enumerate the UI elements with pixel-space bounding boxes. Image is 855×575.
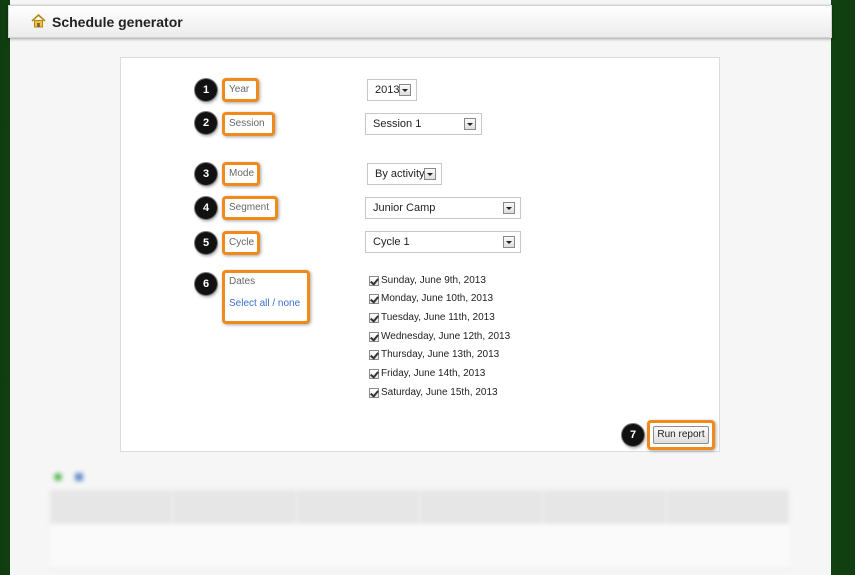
blurred-table-row — [50, 524, 790, 569]
date-checkbox-label: Sunday, June 9th, 2013 — [381, 275, 486, 286]
date-checkbox-label: Saturday, June 15th, 2013 — [381, 387, 498, 398]
mode-select-value: By activity — [375, 168, 425, 180]
segment-select-value: Junior Camp — [373, 202, 436, 214]
blurred-header-cell — [667, 490, 790, 524]
blurred-results-preview — [50, 466, 790, 575]
mode-select[interactable]: By activity — [367, 163, 442, 185]
cycle-label-highlight: Cycle — [222, 231, 260, 255]
session-select-value: Session 1 — [373, 118, 422, 130]
dates-label-highlight: Dates Select all / none — [222, 270, 310, 324]
session-select[interactable]: Session 1 — [365, 113, 482, 135]
run-report-button[interactable]: Run report — [653, 426, 709, 444]
year-select[interactable]: 2013 — [367, 79, 417, 101]
date-checkbox-label: Friday, June 14th, 2013 — [381, 368, 486, 379]
session-label: Session — [229, 118, 265, 129]
step-badge-5: 5 — [195, 232, 217, 254]
cycle-label: Cycle — [229, 237, 255, 248]
mode-label: Mode — [229, 168, 255, 179]
checkbox[interactable] — [369, 294, 379, 304]
header-bar: Schedule generator — [8, 5, 832, 38]
checkbox[interactable] — [369, 276, 379, 286]
step-badge-7: 7 — [622, 424, 644, 446]
home-icon — [31, 14, 46, 28]
blurred-table-header — [50, 490, 790, 524]
year-select-value: 2013 — [375, 84, 400, 96]
date-checkbox-label: Tuesday, June 11th, 2013 — [381, 312, 495, 323]
step-badge-2: 2 — [195, 112, 217, 134]
blurred-toolbar — [54, 472, 93, 484]
blurred-header-cell — [173, 490, 297, 524]
step-badge-6: 6 — [195, 273, 217, 295]
checkbox[interactable] — [369, 350, 379, 360]
blurred-header-cell — [420, 490, 544, 524]
select-all-none-link[interactable]: Select all / none — [229, 298, 300, 309]
dates-label: Dates — [229, 276, 256, 287]
year-label: Year — [229, 84, 250, 95]
date-checkbox-label: Monday, June 10th, 2013 — [381, 293, 494, 304]
cycle-select-value: Cycle 1 — [373, 236, 410, 248]
chevron-down-icon — [503, 202, 515, 214]
page-title: Schedule generator — [52, 14, 183, 30]
segment-label: Segment — [229, 202, 270, 213]
run-report-highlight: Run report — [647, 420, 715, 450]
cycle-select[interactable]: Cycle 1 — [365, 231, 521, 253]
session-label-highlight: Session — [222, 112, 275, 136]
step-badge-1: 1 — [195, 79, 217, 101]
checkbox[interactable] — [369, 369, 379, 379]
date-checkbox-label: Wednesday, June 12th, 2013 — [381, 331, 511, 342]
year-label-highlight: Year — [222, 78, 259, 102]
step-badge-4: 4 — [195, 197, 217, 219]
blurred-header-cell — [543, 490, 667, 524]
date-checkbox-label: Thursday, June 13th, 2013 — [381, 349, 500, 360]
checkbox[interactable] — [369, 332, 379, 342]
blurred-header-cell — [50, 490, 174, 524]
chevron-down-icon — [424, 168, 436, 180]
checkbox[interactable] — [369, 313, 379, 323]
chevron-down-icon — [464, 118, 476, 130]
segment-label-highlight: Segment — [222, 196, 278, 220]
blurred-header-cell — [297, 490, 420, 524]
segment-select[interactable]: Junior Camp — [365, 197, 521, 219]
checkbox[interactable] — [369, 388, 379, 398]
blurred-icon — [75, 473, 84, 481]
step-badge-3: 3 — [195, 163, 217, 185]
blurred-icon — [54, 473, 62, 481]
chevron-down-icon — [503, 236, 515, 248]
chevron-down-icon — [399, 84, 411, 96]
mode-label-highlight: Mode — [222, 162, 260, 186]
